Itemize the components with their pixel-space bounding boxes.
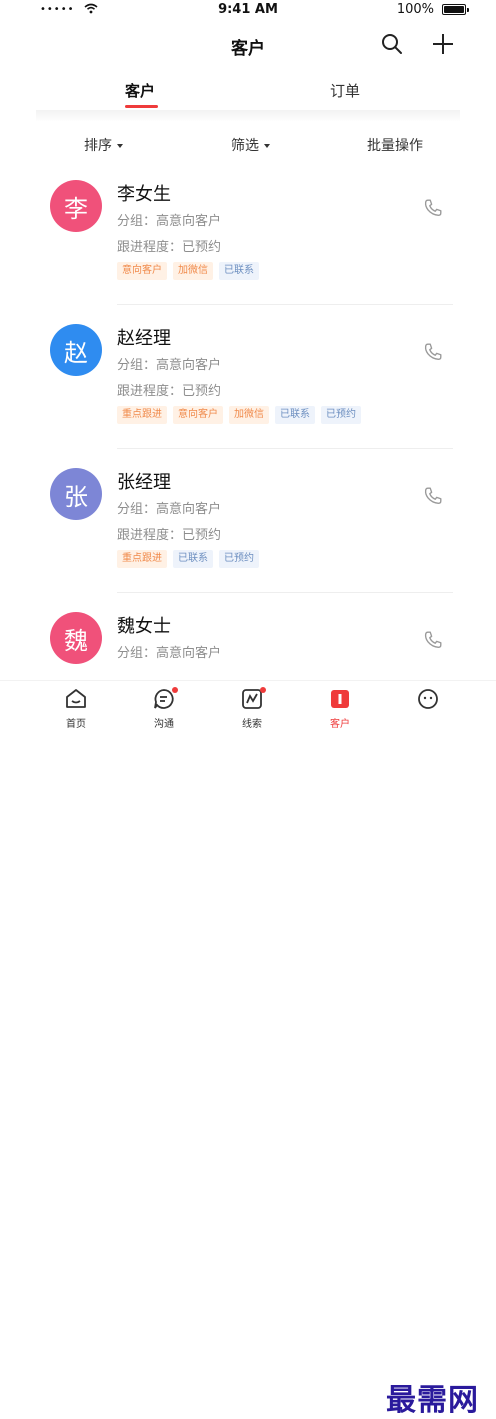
avatar: 李 [50,180,102,232]
tab-orders[interactable]: 订单 [330,80,360,101]
tab-customers-label: 客户 [330,719,350,730]
tag-badge: 已联系 [275,406,315,424]
battery-percent: 100% [396,2,434,17]
filter-bar: 排序 筛选 批量操作 [0,132,496,158]
tab-leads[interactable]: 线索 [222,687,282,731]
customer-name: 张经理 [117,472,171,493]
phone-icon[interactable] [422,197,444,219]
tab-customers-bottom[interactable]: 客户 [310,687,370,731]
customer-name: 魏女士 [117,616,171,637]
customer-group: 分组：高意向客户 [117,214,222,229]
segment-tabs: 客户 订单 [36,72,460,111]
sort-dropdown[interactable]: 排序 [84,135,123,155]
filter-dropdown[interactable]: 筛选 [231,135,270,155]
tag-badge: 重点跟进 [117,550,167,568]
tab-profile[interactable] [398,687,458,731]
card-divider [117,448,453,449]
plus-icon[interactable] [430,31,456,57]
tag-list: 重点跟进 意向客户 加微信 已联系 已预约 [117,406,361,424]
nav-bar: 客户 [0,24,496,64]
tag-badge: 已预约 [219,550,259,568]
customer-name: 赵经理 [117,328,171,349]
sort-label: 排序 [84,138,112,154]
phone-icon[interactable] [422,485,444,507]
tab-chat[interactable]: 沟通 [134,687,194,731]
phone-icon[interactable] [422,629,444,651]
chat-badge-dot [172,687,178,693]
search-icon[interactable] [380,32,404,56]
card-divider [117,592,453,593]
tab-home[interactable]: 首页 [46,687,106,731]
tab-leads-label: 线索 [242,719,262,730]
customer-group: 分组：高意向客户 [117,358,222,373]
bottom-tab-bar: 首页 沟通 线索 客户 最需网 [0,680,496,1419]
caret-down-icon [264,144,270,148]
customer-card[interactable]: 李李女生 分组：高意向客户 跟进程度：已预约 意向客户 加微信 已联系 [0,180,496,324]
customer-group: 分组：高意向客户 [117,502,222,517]
customer-progress: 跟进程度：已预约 [117,528,222,543]
status-bar: ••••• 9:41 AM 100% [0,0,496,22]
customer-icon [328,687,352,711]
avatar: 魏 [50,612,102,664]
tag-list: 重点跟进 已联系 已预约 [117,550,259,568]
battery-icon [442,4,469,15]
home-icon [64,687,88,711]
customer-card[interactable]: 赵赵经理 分组：高意向客户 跟进程度：已预约 重点跟进 意向客户 加微信 已联系 已预约 [0,324,496,468]
tab-customers[interactable]: 客户 [125,80,155,101]
caret-down-icon [117,144,123,148]
active-tab-indicator [125,105,158,108]
tag-badge: 加微信 [173,262,213,280]
watermark-logo: 最需网 [386,1375,479,1419]
tabs-shadow [36,110,460,122]
customer-name: 李女生 [117,184,171,205]
page-title: 客户 [231,39,265,59]
tag-badge: 加微信 [229,406,269,424]
tag-badge: 重点跟进 [117,406,167,424]
batch-action-button[interactable]: 批量操作 [367,135,423,155]
card-divider [117,304,453,305]
customer-progress: 跟进程度：已预约 [117,240,222,255]
phone-icon[interactable] [422,341,444,363]
tab-chat-label: 沟通 [154,719,174,730]
tab-home-label: 首页 [66,719,86,730]
customer-card[interactable]: 张张经理 分组：高意向客户 跟进程度：已预约 重点跟进 已联系 已预约 [0,468,496,612]
filter-label: 筛选 [231,138,259,154]
tag-badge: 意向客户 [173,406,223,424]
customer-progress: 跟进程度：已预约 [117,384,222,399]
profile-icon [416,687,440,711]
avatar: 赵 [50,324,102,376]
tag-badge: 已预约 [321,406,361,424]
tag-list: 意向客户 加微信 已联系 [117,262,259,280]
tag-badge: 已联系 [173,550,213,568]
avatar: 张 [50,468,102,520]
leads-badge-dot [260,687,266,693]
customer-group: 分组：高意向客户 [117,646,222,661]
tag-badge: 意向客户 [117,262,167,280]
tag-badge: 已联系 [219,262,259,280]
